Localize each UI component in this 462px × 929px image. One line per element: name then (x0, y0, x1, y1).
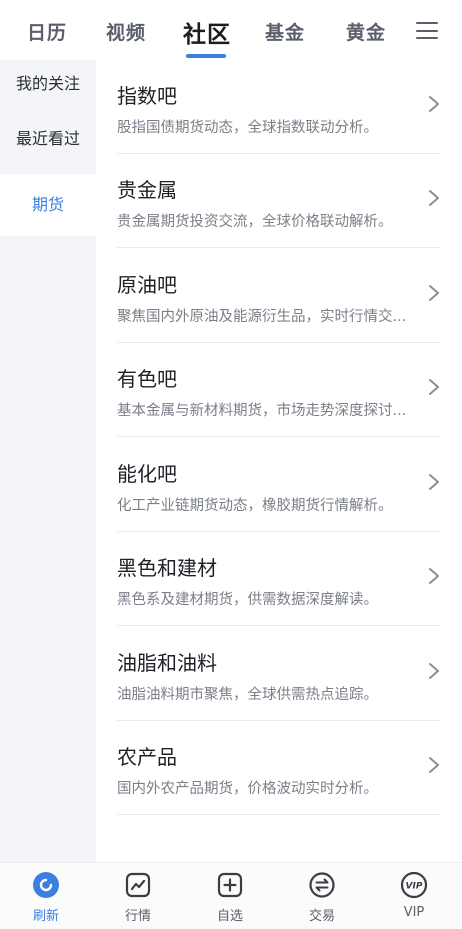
svg-text:VIP: VIP (406, 882, 423, 892)
list-item-title: 能化吧 (117, 462, 177, 486)
nav-label: 交易 (308, 909, 335, 924)
list-item-title: 原油吧 (117, 273, 177, 297)
list-item-desc: 股指国债期货动态，全球指数联动分析。 (117, 120, 378, 136)
list-item[interactable]: 黑色和建材 黑色系及建材期货，供需数据深度解读。 (117, 532, 440, 626)
sidebar-item-recently-viewed[interactable]: 最近看过 (0, 111, 96, 167)
tab-calendar[interactable]: 日历 (27, 18, 67, 45)
tab-gold[interactable]: 黄金 (346, 18, 386, 45)
top-tab-bar: 日历 视频 社区 基金 黄金 (0, 0, 462, 60)
list-item[interactable]: 原油吧 聚焦国内外原油及能源衍生品，实时行情交... (117, 249, 440, 343)
list-item-desc: 黑色系及建材期货，供需数据深度解读。 (117, 592, 378, 608)
sidebar-item-futures[interactable]: 期货 (0, 174, 96, 236)
tab-video[interactable]: 视频 (106, 18, 146, 45)
nav-market[interactable]: 行情 (92, 871, 184, 924)
list-item-title: 有色吧 (117, 367, 177, 391)
chevron-right-icon (429, 190, 439, 206)
list-item-title: 指数吧 (117, 84, 177, 108)
market-chart-icon (125, 872, 151, 898)
list-item-desc: 国内外农产品期货，价格波动实时分析。 (117, 781, 378, 797)
list-item-desc: 油脂油料期市聚焦，全球供需热点追踪。 (117, 687, 378, 703)
nav-vip[interactable]: VIP VIP (368, 871, 460, 920)
list-item-desc: 化工产业链期货动态，橡胶期货行情解析。 (117, 498, 393, 514)
nav-label: 自选 (216, 909, 243, 924)
tab-community[interactable]: 社区 (183, 15, 231, 49)
list-item-title: 贵金属 (117, 178, 177, 202)
sidebar: 我的关注 最近看过 期货 (0, 60, 96, 862)
list-item[interactable]: 有色吧 基本金属与新材料期货，市场走势深度探讨... (117, 343, 440, 437)
chevron-right-icon (429, 379, 439, 395)
chevron-right-icon (429, 285, 439, 301)
nav-label: VIP (403, 905, 425, 920)
list-item-title: 农产品 (117, 745, 177, 769)
vip-icon: VIP (400, 871, 428, 899)
list-item[interactable]: 油脂和油料 油脂油料期市聚焦，全球供需热点追踪。 (117, 627, 440, 721)
nav-label: 行情 (124, 909, 151, 924)
forum-list: 指数吧 股指国债期货动态，全球指数联动分析。 贵金属 贵金属期货投资交流，全球价… (96, 60, 462, 862)
chevron-right-icon (429, 96, 439, 112)
add-watchlist-icon (217, 872, 243, 898)
list-item-desc: 贵金属期货投资交流，全球价格联动解析。 (117, 214, 393, 230)
list-item-title: 黑色和建材 (117, 556, 217, 580)
chevron-right-icon (429, 474, 439, 490)
list-item-title: 油脂和油料 (117, 651, 217, 675)
tab-fund[interactable]: 基金 (265, 18, 305, 45)
list-item-desc: 基本金属与新材料期货，市场走势深度探讨... (117, 403, 407, 419)
refresh-icon (33, 872, 59, 898)
nav-trade[interactable]: 交易 (276, 871, 368, 924)
menu-icon[interactable] (416, 22, 438, 40)
chevron-right-icon (429, 663, 439, 679)
list-item[interactable]: 能化吧 化工产业链期货动态，橡胶期货行情解析。 (117, 438, 440, 532)
nav-refresh[interactable]: 刷新 (0, 871, 92, 924)
nav-watchlist[interactable]: 自选 (184, 871, 276, 924)
sidebar-item-following[interactable]: 我的关注 (0, 56, 96, 112)
nav-label: 刷新 (32, 909, 59, 924)
list-item-desc: 聚焦国内外原油及能源衍生品，实时行情交... (117, 309, 407, 325)
chevron-right-icon (429, 757, 439, 773)
trade-exchange-icon (309, 872, 335, 898)
chevron-right-icon (429, 568, 439, 584)
bottom-nav: 刷新 行情 自选 交易 VIP VIP (0, 862, 462, 929)
list-item[interactable]: 指数吧 股指国债期货动态，全球指数联动分析。 (117, 60, 440, 154)
list-item[interactable]: 农产品 国内外农产品期货，价格波动实时分析。 (117, 721, 440, 815)
active-tab-indicator (186, 54, 226, 58)
list-item[interactable]: 贵金属 贵金属期货投资交流，全球价格联动解析。 (117, 154, 440, 248)
